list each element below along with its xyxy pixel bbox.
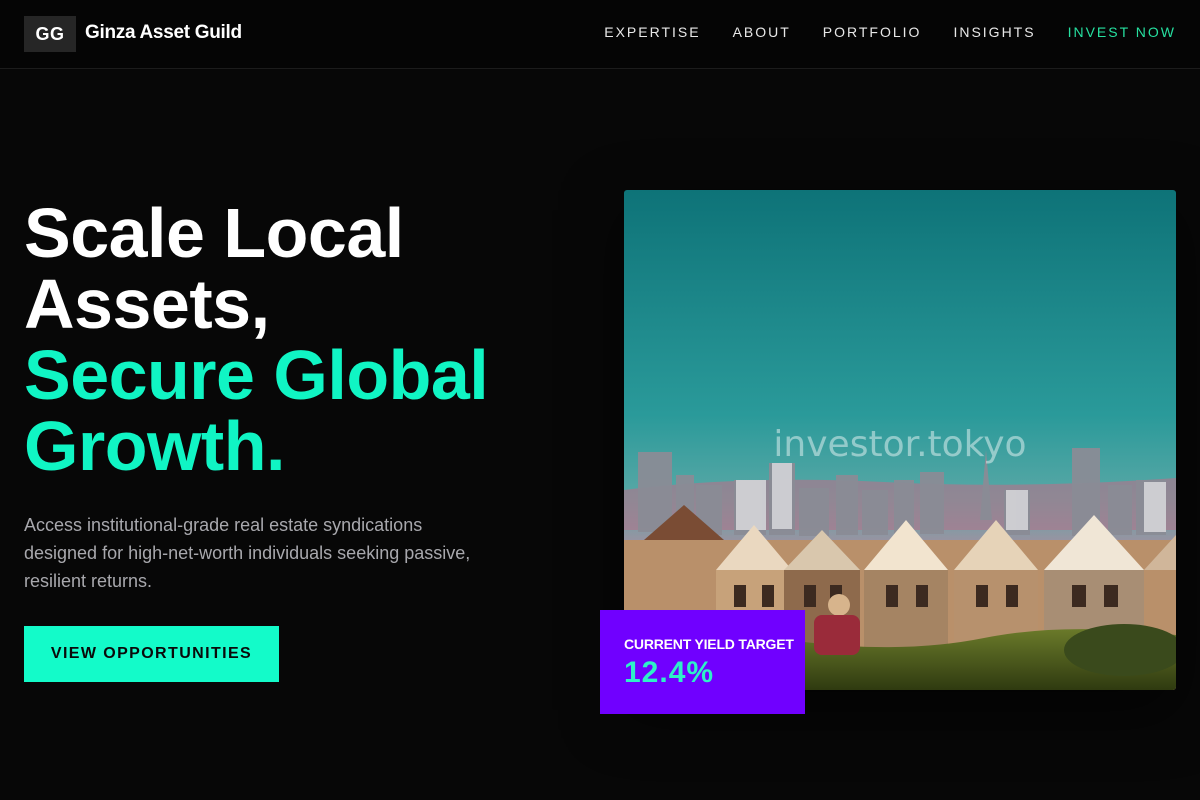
site-header: GG Ginza Asset Guild EXPERTISE ABOUT POR… bbox=[0, 0, 1200, 69]
nav-item-expertise[interactable]: EXPERTISE bbox=[604, 24, 700, 40]
main-nav: EXPERTISE ABOUT PORTFOLIO INSIGHTS INVES… bbox=[604, 24, 1176, 40]
hero-title-line-1: Scale Local bbox=[24, 194, 404, 272]
logo-badge[interactable]: GG bbox=[24, 16, 76, 52]
hero-title-accent-line-2: Growth. bbox=[24, 407, 285, 485]
image-watermark: investor.tokyo bbox=[773, 424, 1026, 465]
brand-name[interactable]: Ginza Asset Guild bbox=[85, 22, 242, 44]
nav-item-about[interactable]: ABOUT bbox=[733, 24, 791, 40]
hero-title-accent-line-1: Secure Global bbox=[24, 336, 489, 414]
nav-item-insights[interactable]: INSIGHTS bbox=[953, 24, 1035, 40]
nav-item-portfolio[interactable]: PORTFOLIO bbox=[823, 24, 922, 40]
hero-title-line-2: Assets, bbox=[24, 265, 270, 343]
view-opportunities-button[interactable]: VIEW OPPORTUNITIES bbox=[24, 626, 279, 682]
yield-target-label: CURRENT YIELD TARGET bbox=[624, 636, 794, 652]
yield-target-card: CURRENT YIELD TARGET 12.4% bbox=[600, 610, 805, 714]
hero-description: Access institutional-grade real estate s… bbox=[24, 515, 471, 591]
nav-invest-now-link[interactable]: INVEST NOW bbox=[1068, 24, 1176, 40]
hero-title: Scale Local Assets, Secure Global Growth… bbox=[24, 198, 584, 482]
yield-target-value: 12.4% bbox=[624, 656, 715, 689]
